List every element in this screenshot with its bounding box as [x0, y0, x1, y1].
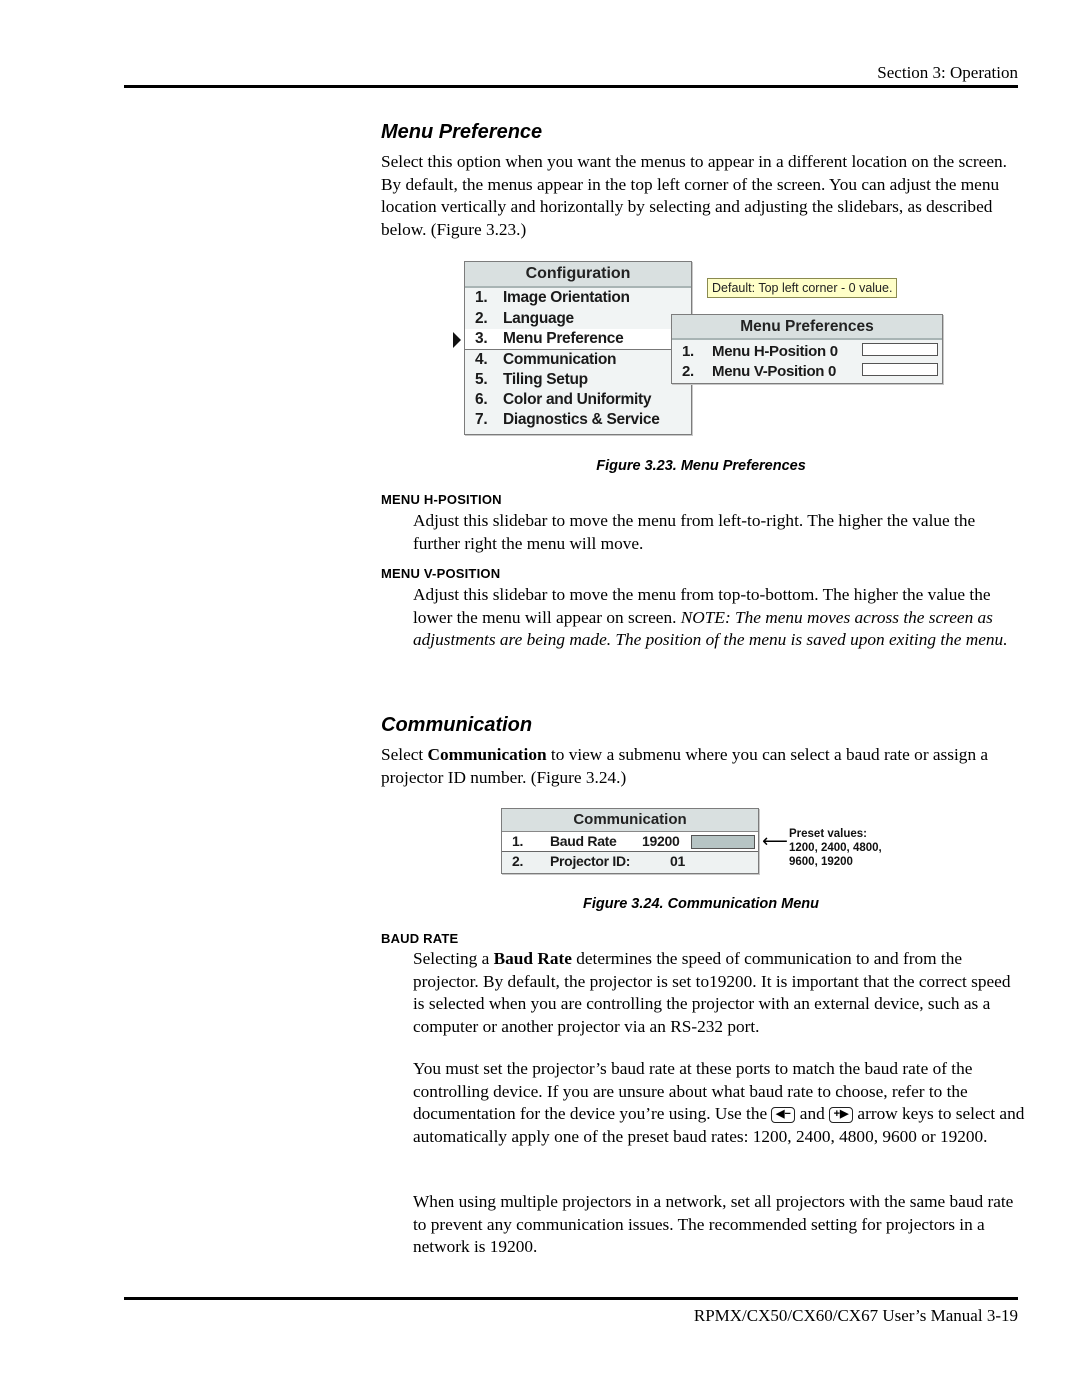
h-position-text: Adjust this slidebar to move the menu fr… — [413, 511, 976, 553]
section-header: Section 3: Operation — [877, 63, 1018, 82]
submenu-item-v-position[interactable]: 2. Menu V-Position 0 — [682, 363, 836, 380]
h-position-subhead: MENU H-POSITION — [381, 492, 502, 507]
configuration-menu: Configuration 1. Image Orientation 2. Lang… — [464, 261, 692, 435]
menu-preferences-submenu: Menu Preferences 1. Menu H-Position 0 2. M… — [671, 314, 943, 384]
communication-intro: Select Communication to view a submenu w… — [381, 745, 989, 787]
v-position-text: Adjust this slidebar to move the menu fr… — [413, 585, 1008, 650]
menu-item-projector-id[interactable]: 2. Projector ID: 01 — [502, 852, 685, 871]
menu-item-diagnostics-service[interactable]: 7. Diagnostics & Service — [475, 411, 660, 429]
footer-rule — [124, 1297, 1018, 1300]
figure-323-caption: Figure 3.23. Menu Preferences — [596, 458, 806, 474]
menu-item-language[interactable]: 2. Language — [475, 310, 574, 328]
menu-item-color-uniformity[interactable]: 6. Color and Uniformity — [475, 391, 651, 409]
communication-menu: Communication 1. Baud Rate 19200 2. Project… — [501, 808, 759, 874]
h-position-slider[interactable] — [862, 343, 938, 356]
submenu-title: Menu Preferences — [672, 315, 942, 340]
preset-values-note: Preset values: 1200, 2400, 4800, 9600, 1… — [789, 828, 882, 868]
left-arrow-key-icon: ◀− — [771, 1107, 796, 1124]
menu-item-image-orientation[interactable]: 1. Image Orientation — [475, 289, 630, 307]
footer-manual-title: RPMX/CX50/CX60/CX67 User’s Manual 3-19 — [693, 1306, 1018, 1325]
submenu-item-h-position[interactable]: 1. Menu H-Position 0 — [682, 343, 838, 360]
baud-rate-p3: When using multiple projectors in a netw… — [413, 1192, 1014, 1257]
baud-rate-slider[interactable] — [691, 835, 755, 849]
menu-item-menu-preference[interactable]: 3. Menu Preference — [465, 329, 681, 350]
menu-preference-intro: Select this option when you want the men… — [381, 152, 1007, 239]
baud-rate-p1: Selecting a Baud Rate determines the spe… — [413, 949, 1011, 1036]
default-tooltip: Default: Top left corner - 0 value. — [707, 278, 898, 298]
figure-324-caption: Figure 3.24. Communication Menu — [582, 896, 820, 912]
v-position-subhead: MENU V-POSITION — [381, 566, 501, 581]
selection-arrow-icon — [453, 332, 461, 348]
right-arrow-key-icon: +▶ — [829, 1107, 854, 1124]
header-rule — [124, 85, 1018, 88]
baud-rate-p2: You must set the projector’s baud rate a… — [413, 1059, 1025, 1146]
configuration-menu-title: Configuration — [465, 262, 691, 288]
communication-heading: Communication — [381, 714, 533, 736]
baud-rate-subhead: BAUD RATE — [381, 931, 459, 946]
v-position-slider[interactable] — [862, 363, 938, 376]
pointer-arrow-icon: ⟵ — [762, 831, 788, 852]
communication-menu-title: Communication — [502, 809, 758, 832]
menu-item-tiling-setup[interactable]: 5. Tiling Setup — [475, 371, 588, 389]
menu-preference-heading: Menu Preference — [381, 121, 543, 143]
menu-item-communication[interactable]: 4. Communication — [475, 351, 617, 369]
